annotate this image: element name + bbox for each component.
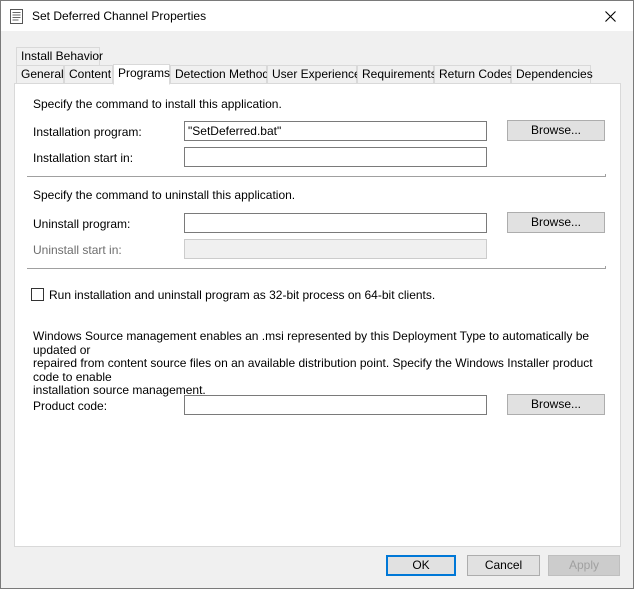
tab-content[interactable]: Content: [64, 65, 113, 84]
tab-label: Detection Method: [175, 67, 270, 81]
properties-dialog: Set Deferred Channel Properties Install …: [0, 0, 634, 589]
run-32bit-checkbox[interactable]: [31, 288, 44, 301]
window-title: Set Deferred Channel Properties: [32, 9, 207, 23]
tab-general[interactable]: General: [16, 65, 64, 84]
product-code-label: Product code:: [33, 399, 108, 413]
tab-dependencies[interactable]: Dependencies: [511, 65, 593, 84]
tab-return-codes[interactable]: Return Codes: [434, 65, 514, 84]
uninstall-heading: Specify the command to uninstall this ap…: [33, 188, 296, 202]
installation-start-in-label: Installation start in:: [33, 151, 134, 165]
programs-tab-panel: Specify the command to install this appl…: [14, 83, 621, 547]
installation-program-label: Installation program:: [33, 125, 142, 139]
properties-window-icon: [10, 9, 23, 24]
section-separator: [27, 176, 606, 178]
close-button[interactable]: [587, 1, 633, 31]
description-line: Windows Source management enables an .ms…: [33, 329, 590, 357]
installation-program-input[interactable]: [184, 121, 487, 141]
uninstall-program-label: Uninstall program:: [33, 217, 131, 231]
title-bar[interactable]: Set Deferred Channel Properties: [1, 1, 633, 31]
tab-label: Install Behavior: [21, 49, 104, 63]
tab-programs[interactable]: Programs: [113, 64, 170, 85]
tab-requirements[interactable]: Requirements: [357, 65, 437, 84]
tab-label: Content: [69, 67, 112, 81]
tab-label: User Experience: [272, 67, 361, 81]
cancel-button[interactable]: Cancel: [467, 555, 540, 576]
section-separator: [27, 268, 606, 270]
source-management-description: Windows Source management enables an .ms…: [33, 329, 620, 398]
tab-user-experience[interactable]: User Experience: [267, 65, 361, 84]
product-code-browse-button[interactable]: Browse...: [507, 394, 605, 415]
uninstall-program-input[interactable]: [184, 213, 487, 233]
installation-start-in-input[interactable]: [184, 147, 487, 167]
separator-tick: [605, 266, 606, 269]
run-32bit-label[interactable]: Run installation and uninstall program a…: [49, 288, 435, 302]
tab-label: General: [21, 67, 64, 81]
close-icon: [604, 10, 616, 22]
uninstall-start-in-label: Uninstall start in:: [33, 243, 122, 257]
installation-program-browse-button[interactable]: Browse...: [507, 120, 605, 141]
tab-label: Dependencies: [516, 67, 593, 81]
tab-install-behavior[interactable]: Install Behavior: [16, 47, 104, 66]
separator-tick: [605, 174, 606, 177]
install-heading: Specify the command to install this appl…: [33, 97, 282, 111]
uninstall-program-browse-button[interactable]: Browse...: [507, 212, 605, 233]
tab-label: Programs: [118, 66, 171, 80]
tab-label: Requirements: [362, 67, 437, 81]
ok-button[interactable]: OK: [386, 555, 456, 576]
uninstall-start-in-input: [184, 239, 487, 259]
apply-button[interactable]: Apply: [548, 555, 620, 576]
product-code-input[interactable]: [184, 395, 487, 415]
description-line: repaired from content source files on an…: [33, 356, 593, 384]
tab-detection-method[interactable]: Detection Method: [170, 65, 270, 84]
tab-label: Return Codes: [439, 67, 514, 81]
